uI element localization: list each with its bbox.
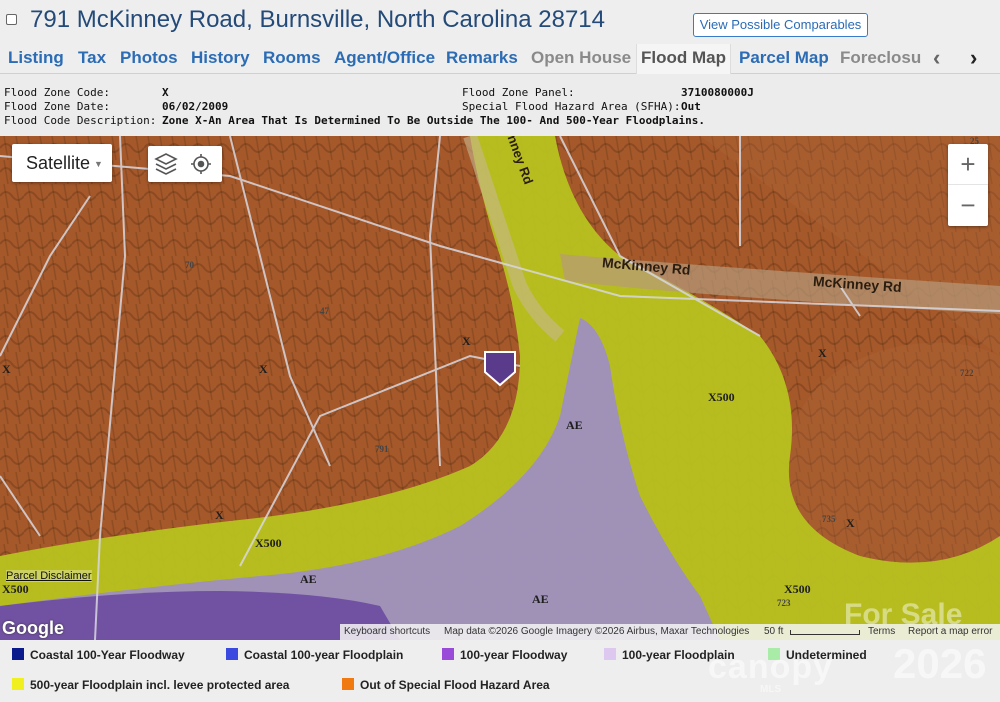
legend-swatch	[342, 678, 354, 690]
detail-tabs: Listing Tax Photos History Rooms Agent/O…	[0, 44, 1000, 74]
flood-map[interactable]: Kinney Rd McKinney Rd McKinney Rd 70 47 …	[0, 136, 1000, 640]
zone-label: X500	[708, 390, 735, 404]
zone-date-label: Flood Zone Date:	[4, 100, 110, 113]
canopy-watermark: canopy	[708, 648, 834, 686]
legend-item: 500-year Floodplain incl. levee protecte…	[12, 678, 289, 692]
legend-item: Out of Special Flood Hazard Area	[342, 678, 550, 692]
map-type-label: Satellite	[26, 153, 91, 173]
zone-label: X	[818, 346, 827, 360]
parcel-number: 47	[320, 306, 329, 316]
parcel-number: 791	[375, 444, 389, 454]
zone-label: X	[462, 334, 471, 348]
locate-icon[interactable]	[191, 154, 211, 174]
legend-item: 100-year Floodway	[442, 648, 567, 662]
tab-parcel-map[interactable]: Parcel Map	[739, 48, 829, 68]
tab-listing[interactable]: Listing	[8, 48, 64, 68]
zone-label: AE	[532, 592, 549, 606]
map-tools	[148, 146, 222, 182]
view-comparables-button[interactable]: View Possible Comparables	[693, 13, 868, 37]
parcel-disclaimer-link[interactable]: Parcel Disclaimer	[6, 570, 92, 582]
zone-label: X	[846, 516, 855, 530]
legend-item: Coastal 100-year Floodplain	[226, 648, 403, 662]
map-data-credit: Map data ©2026 Google Imagery ©2026 Airb…	[444, 626, 750, 637]
zone-label: X	[215, 508, 224, 522]
tabs-prev-icon[interactable]: ‹	[933, 45, 940, 71]
map-imagery	[0, 136, 1000, 640]
zone-label: X	[2, 362, 11, 376]
scale-label: 50 ft	[764, 626, 784, 637]
code-description-value: Zone X-An Area That Is Determined To Be …	[162, 114, 706, 127]
tab-history[interactable]: History	[191, 48, 250, 68]
mls-watermark: MLS	[760, 684, 782, 695]
sfha-value: Out	[681, 100, 701, 113]
legend-item: Coastal 100-Year Floodway	[12, 648, 185, 662]
google-logo: Google	[2, 618, 64, 638]
flood-map-page: 791 McKinney Road, Burnsville, North Car…	[0, 0, 1000, 702]
zone-date-value: 06/02/2009	[162, 100, 229, 113]
code-description-label: Flood Code Description:	[4, 114, 157, 127]
tab-photos[interactable]: Photos	[120, 48, 178, 68]
map-type-select[interactable]: Satellite ▼	[12, 144, 112, 182]
tab-open-house[interactable]: Open House	[531, 48, 631, 68]
keyboard-shortcuts-link[interactable]: Keyboard shortcuts	[344, 626, 430, 637]
listing-header: 791 McKinney Road, Burnsville, North Car…	[0, 0, 1000, 44]
select-checkbox[interactable]	[6, 14, 17, 25]
zone-label: AE	[300, 572, 317, 586]
zoom-control: + −	[948, 144, 988, 226]
zoom-in-button[interactable]: +	[948, 144, 988, 185]
flood-info: Flood Zone Code: X Flood Zone Date: 06/0…	[0, 80, 1000, 136]
legend-swatch	[12, 678, 24, 690]
zone-code-value: X	[162, 86, 169, 99]
for-sale-watermark: For Sale	[844, 598, 963, 631]
tab-tax[interactable]: Tax	[78, 48, 106, 68]
tabs-next-icon[interactable]: ›	[970, 45, 977, 71]
tab-foreclosure[interactable]: Foreclosu	[840, 48, 921, 68]
zoom-out-button[interactable]: −	[948, 185, 988, 226]
legend-swatch	[442, 648, 454, 660]
legend-swatch	[12, 648, 24, 660]
year-watermark: 2026	[893, 640, 987, 687]
tab-agent-office[interactable]: Agent/Office	[334, 48, 435, 68]
zone-label: X	[259, 362, 268, 376]
parcel-number: 735	[822, 514, 836, 524]
legend-swatch	[226, 648, 238, 660]
flood-legend: Coastal 100-Year Floodway Coastal 100-ye…	[0, 640, 1000, 702]
zone-label: X500	[784, 582, 811, 596]
tab-remarks[interactable]: Remarks	[446, 48, 518, 68]
zone-panel-value: 3710080000J	[681, 86, 754, 99]
zone-panel-label: Flood Zone Panel:	[462, 86, 575, 99]
zone-label: X500	[2, 582, 29, 596]
tab-flood-map[interactable]: Flood Map	[636, 44, 731, 74]
zone-label: X500	[255, 536, 282, 550]
zone-label: AE	[566, 418, 583, 432]
sfha-label: Special Flood Hazard Area (SFHA):	[462, 100, 681, 113]
caret-down-icon: ▼	[94, 159, 103, 170]
legend-swatch	[604, 648, 616, 660]
parcel-number: 722	[960, 368, 974, 378]
zone-code-label: Flood Zone Code:	[4, 86, 110, 99]
property-address: 791 McKinney Road, Burnsville, North Car…	[30, 6, 605, 33]
tab-rooms[interactable]: Rooms	[263, 48, 321, 68]
parcel-number: 70	[185, 260, 194, 270]
layers-icon[interactable]	[154, 153, 178, 175]
parcel-number: 723	[777, 598, 791, 608]
